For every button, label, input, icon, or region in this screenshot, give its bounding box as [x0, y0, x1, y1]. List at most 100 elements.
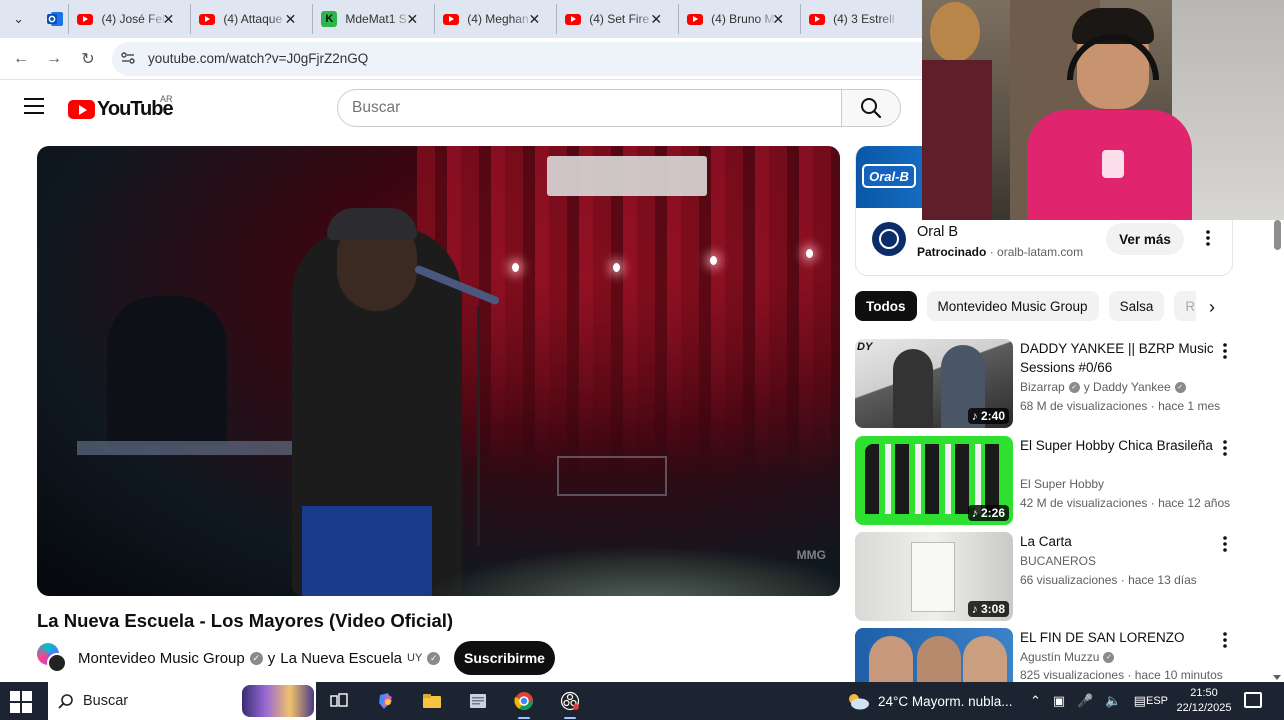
more-options-button[interactable]: [1217, 534, 1233, 554]
video-thumbnail[interactable]: [855, 628, 1013, 682]
menu-icon[interactable]: [24, 98, 44, 116]
youtube-favicon-icon: [809, 13, 826, 25]
microphone-icon[interactable]: 🎤: [1077, 693, 1093, 709]
more-options-button[interactable]: [1217, 438, 1233, 458]
volume-icon[interactable]: 🔈: [1105, 693, 1121, 709]
browser-toolbar: ← → ↻ youtube.com/watch?v=J0gFjrZ2nGQ: [0, 38, 922, 80]
list-item[interactable]: DY ♪ 2:40 DADDY YANKEE || BZRP Music Ses…: [855, 339, 1245, 429]
collab-separator: y: [267, 649, 276, 667]
more-vert-icon: [1223, 440, 1227, 456]
browser-tab[interactable]: (4) Set Fire ✕: [556, 4, 678, 34]
chrome-icon[interactable]: [511, 689, 537, 719]
channel-name[interactable]: El Super Hobby: [1020, 477, 1104, 491]
list-item[interactable]: EL FIN DE SAN LORENZO Agustín Muzzu ✓ 82…: [855, 628, 1245, 682]
close-tab-icon[interactable]: ✕: [163, 11, 175, 28]
camera-icon[interactable]: ▣: [1053, 693, 1065, 709]
more-vert-icon: [1223, 536, 1227, 552]
youtube-logo[interactable]: YouTube: [68, 98, 174, 121]
subscribe-button[interactable]: Suscribirme: [454, 641, 555, 675]
video-thumbnail[interactable]: ♪ 3:08: [855, 532, 1013, 621]
input-language[interactable]: ESP: [1146, 695, 1168, 707]
chevron-up-icon[interactable]: ⌃: [1030, 693, 1041, 709]
chip-salsa[interactable]: Salsa: [1108, 291, 1165, 321]
more-vert-icon: [1206, 230, 1210, 246]
tab-title: MdeMat1 S: [345, 12, 407, 26]
search-button[interactable]: [841, 89, 901, 127]
video-title[interactable]: DADDY YANKEE || BZRP Music Sessions #0/6…: [1020, 339, 1215, 377]
video-player[interactable]: MMG: [37, 146, 840, 596]
ad-title[interactable]: Oral B: [917, 224, 958, 240]
browser-tab[interactable]: MdeMat1 S ✕: [312, 4, 434, 34]
duration-badge: ♪ 2:26: [967, 505, 1009, 521]
notepad-icon[interactable]: [465, 689, 491, 713]
close-tab-icon[interactable]: ✕: [285, 11, 297, 28]
channel-name[interactable]: Montevideo Music Group: [78, 650, 245, 667]
obs-recorder-icon[interactable]: [557, 689, 583, 719]
browser-tab[interactable]: (4) José Feli ✕: [68, 4, 190, 34]
forward-button[interactable]: →: [41, 46, 67, 72]
address-bar[interactable]: youtube.com/watch?v=J0gFjrZ2nGQ: [112, 42, 922, 76]
channel-name[interactable]: Bizarrap ✓ y Daddy Yankee ✓: [1020, 380, 1186, 394]
video-title[interactable]: EL FIN DE SAN LORENZO: [1020, 628, 1215, 647]
chip-montevideo-music-group[interactable]: Montevideo Music Group: [926, 291, 1099, 321]
page-scrollbar[interactable]: [1271, 220, 1284, 682]
back-button[interactable]: ←: [8, 46, 34, 72]
video-title[interactable]: El Super Hobby Chica Brasileña: [1020, 436, 1215, 455]
search-box[interactable]: [337, 89, 842, 127]
collab-channel-name[interactable]: La Nueva Escuela: [280, 650, 402, 667]
tab-title: (4) Bruno M: [711, 12, 775, 26]
youtube-favicon-icon: [443, 13, 460, 25]
ad-domain: oralb-latam.com: [997, 245, 1084, 259]
youtube-favicon-icon: [687, 13, 704, 25]
channel-name[interactable]: BUCANEROS: [1020, 554, 1096, 568]
copilot-icon[interactable]: [373, 689, 399, 713]
taskbar-search-box[interactable]: Buscar: [48, 682, 316, 720]
close-tab-icon[interactable]: ✕: [650, 11, 662, 28]
close-tab-icon[interactable]: ✕: [407, 11, 419, 28]
reload-button[interactable]: ↻: [75, 46, 101, 72]
video-title: La Nueva Escuela - Los Mayores (Video Of…: [37, 610, 454, 631]
url-text[interactable]: youtube.com/watch?v=J0gFjrZ2nGQ: [148, 51, 368, 66]
close-tab-icon[interactable]: ✕: [772, 11, 784, 28]
ad-more-options-button[interactable]: [1198, 228, 1218, 248]
browser-tab[interactable]: (4) Attaque ✕: [190, 4, 312, 34]
tab-search-menu-button[interactable]: ⌄: [4, 4, 33, 34]
system-clock[interactable]: 21:50 22/12/2025: [1172, 686, 1236, 716]
video-thumbnail[interactable]: ♪ 2:26: [855, 436, 1013, 525]
pinned-tab[interactable]: [41, 7, 68, 31]
chips-next-button[interactable]: ›: [1196, 291, 1228, 323]
scrollbar-thumb[interactable]: [1274, 220, 1281, 250]
advertiser-avatar[interactable]: [872, 222, 906, 256]
scroll-down-arrow-icon[interactable]: [1273, 675, 1281, 680]
cloud-sun-icon: [849, 694, 869, 710]
video-title[interactable]: La Carta: [1020, 532, 1215, 551]
stage-light: [613, 263, 620, 272]
chip-todos[interactable]: Todos: [855, 291, 917, 321]
windows-taskbar: Buscar 24°C Mayorm. nubla... ⌃ ▣ 🎤 🔈 ▤ E…: [0, 682, 1284, 720]
search-input[interactable]: [352, 99, 822, 117]
site-settings-icon[interactable]: [120, 50, 136, 66]
weather-widget[interactable]: 24°C Mayorm. nubla...: [846, 682, 1012, 720]
channel-names[interactable]: Montevideo Music Group ✓ y La Nueva Escu…: [78, 649, 441, 667]
arrow-left-icon: ←: [13, 50, 29, 67]
video-thumbnail[interactable]: DY ♪ 2:40: [855, 339, 1013, 428]
list-item[interactable]: ♪ 2:26 El Super Hobby Chica Brasileña El…: [855, 436, 1245, 526]
browser-tab[interactable]: (4) Meghan ✕: [434, 4, 556, 34]
file-explorer-icon[interactable]: [419, 689, 445, 713]
channel-name[interactable]: Agustín Muzzu ✓: [1020, 650, 1115, 664]
browser-tab[interactable]: (4) 3 Estrell: [800, 4, 922, 34]
ad-cta-button[interactable]: Ver más: [1106, 223, 1184, 255]
notifications-icon[interactable]: [1244, 692, 1262, 708]
windows-start-icon[interactable]: [10, 691, 32, 713]
verified-icon: ✓: [1103, 651, 1115, 663]
channel-avatar[interactable]: [37, 643, 67, 673]
weather-text: 24°C Mayorm. nubla...: [878, 693, 1013, 709]
more-options-button[interactable]: [1217, 341, 1233, 361]
task-view-icon[interactable]: [326, 689, 352, 713]
close-tab-icon[interactable]: ✕: [528, 11, 540, 28]
network-icon[interactable]: ▤: [1134, 693, 1146, 709]
system-tray: ⌃ ▣ 🎤 🔈 ▤: [1030, 682, 1146, 720]
list-item[interactable]: ♪ 3:08 La Carta BUCANEROS 66 visualizaci…: [855, 532, 1245, 622]
browser-tab[interactable]: (4) Bruno M ✕: [678, 4, 800, 34]
more-options-button[interactable]: [1217, 630, 1233, 650]
